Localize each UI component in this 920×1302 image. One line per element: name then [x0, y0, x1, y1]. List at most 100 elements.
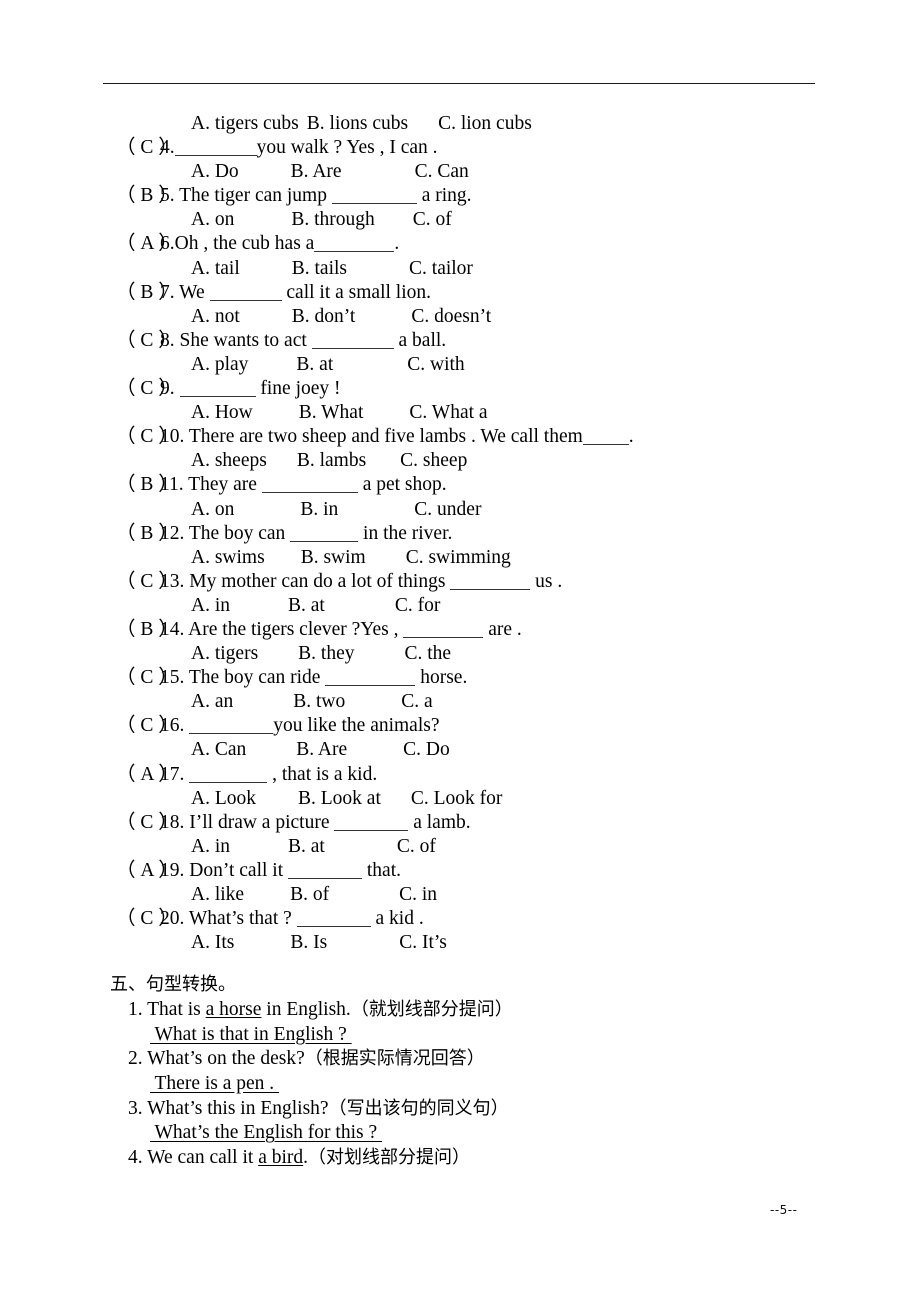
option-a[interactable]: A. on	[191, 498, 234, 522]
options-line: A. Can B. Are C. Do	[0, 738, 920, 762]
option-b[interactable]: B. in	[300, 498, 338, 522]
option-a[interactable]: A. tigers	[191, 642, 258, 666]
option-b[interactable]: B. Look at	[298, 787, 381, 811]
option-a[interactable]: A. Can	[191, 738, 246, 762]
answer-blank[interactable]	[288, 863, 362, 879]
question-number: 13.	[160, 570, 185, 592]
question-number: 12.	[160, 522, 185, 544]
option-b[interactable]: B. don’t	[292, 305, 356, 329]
option-a[interactable]: A. Look	[191, 787, 256, 811]
question-text-before-blank: Are the tigers clever ?Yes ,	[184, 618, 404, 640]
written-answer-line[interactable]: There is a pen .	[0, 1072, 920, 1097]
question-line: （ C ）8. She wants to act a ball.	[0, 329, 920, 353]
option-a[interactable]: A. like	[191, 883, 244, 907]
answer-blank[interactable]	[314, 236, 395, 253]
option-c[interactable]: C. It’s	[399, 931, 447, 955]
answer-blank[interactable]	[325, 670, 416, 687]
options-line: A. tail B. tails C. tailor	[0, 257, 920, 281]
option-a[interactable]: A. Its	[191, 931, 234, 955]
option-b[interactable]: B. they	[298, 642, 354, 666]
option-a[interactable]: A. How	[191, 401, 253, 425]
answer-blank[interactable]	[209, 285, 282, 301]
option-c[interactable]: C. a	[401, 690, 432, 714]
option-a[interactable]: A. sheeps	[191, 449, 267, 473]
question-line: （ C ）20. What’s that ? a kid .	[0, 907, 920, 931]
answer-blank[interactable]	[334, 815, 409, 831]
answer-blank[interactable]	[189, 718, 274, 735]
option-a[interactable]: A. Do	[191, 160, 239, 184]
answer-blank[interactable]	[450, 574, 531, 590]
option-c[interactable]: C. with	[407, 353, 464, 377]
sentence-text: We can call it	[142, 1146, 259, 1168]
written-answer-line[interactable]: What is that in English ?	[0, 1023, 920, 1048]
question-text-before-blank: The boy can ride	[184, 667, 326, 689]
answer-blank[interactable]	[331, 188, 417, 205]
question-text-after-blank: , that is a kid.	[267, 763, 378, 785]
option-b[interactable]: B. swim	[301, 546, 366, 570]
written-answer-line[interactable]: What’s the English for this ?	[0, 1121, 920, 1146]
options-line: A. not B. don’t C. doesn’t	[0, 305, 920, 329]
option-c[interactable]: C. What a	[409, 401, 487, 425]
exam-page: A. tigers cubs B. lions cubs C. lion cubs …	[0, 0, 920, 1302]
option-a[interactable]: A. in	[191, 835, 230, 859]
option-b[interactable]: B. at	[288, 594, 325, 618]
option-b[interactable]: B. at	[296, 353, 333, 377]
option-c[interactable]: C. under	[414, 498, 481, 522]
answer-blank[interactable]	[403, 622, 484, 638]
option-b[interactable]: B. Is	[290, 931, 327, 955]
option-c[interactable]: C. the	[405, 642, 452, 666]
transform-question-line: 4. We can call it a bird.（对划线部分提问）	[0, 1146, 920, 1171]
option-b[interactable]: B. of	[290, 883, 329, 907]
option-b[interactable]: B. Are	[291, 160, 342, 184]
answer-bracket: （ C ）	[116, 667, 178, 689]
option-c[interactable]: C. of	[397, 835, 436, 859]
section-five-heading: 五、句型转换。	[110, 974, 236, 996]
option-a[interactable]: A. play	[191, 353, 248, 377]
answer-bracket: （ C ）	[116, 908, 178, 930]
option-c[interactable]: C. for	[395, 594, 441, 618]
option-b[interactable]: B. through	[291, 208, 374, 232]
answer-blank[interactable]	[179, 381, 256, 398]
answer-blank[interactable]	[174, 140, 257, 157]
option-a[interactable]: A. not	[191, 305, 240, 329]
option-c[interactable]: C. in	[399, 883, 437, 907]
question-text-before-blank: We	[174, 281, 210, 303]
option-c[interactable]: C. Can	[415, 160, 469, 184]
option-a[interactable]: A. on	[191, 208, 234, 232]
option-c[interactable]: C. of	[413, 208, 452, 232]
answer-blank[interactable]	[261, 477, 358, 494]
question-text-after-blank: fine joey !	[255, 378, 341, 400]
question-text-after-blank: in the river.	[358, 522, 453, 544]
answer-blank[interactable]	[290, 526, 359, 542]
question-line: （ C ）16. you like the animals?	[0, 714, 920, 738]
page-number-footer: --5--	[770, 1203, 798, 1217]
question-text-before-blank: Oh , the cub has a	[174, 233, 315, 255]
option-a[interactable]: A. in	[191, 594, 230, 618]
answer-blank[interactable]	[189, 767, 268, 783]
option-a[interactable]: A. swims	[191, 546, 265, 570]
option-c[interactable]: C. sheep	[400, 449, 467, 473]
option-c[interactable]: C. Look for	[411, 787, 503, 811]
options-line: A. Look B. Look at C. Look for	[0, 787, 920, 811]
option-b[interactable]: B. lambs	[297, 449, 366, 473]
option-b[interactable]: B. at	[288, 835, 325, 859]
options-line: A. Do B. Are C. Can	[0, 160, 920, 184]
option-c[interactable]: C. Do	[403, 738, 450, 762]
question-number: 19.	[160, 859, 185, 881]
option-b[interactable]: B. tails	[292, 257, 347, 281]
options-line: A. in B. at C. of	[0, 835, 920, 859]
option-b[interactable]: B. Are	[296, 738, 347, 762]
answer-blank[interactable]	[296, 911, 371, 928]
question-text-before-blank: My mother can do a lot of things	[184, 570, 451, 592]
option-c[interactable]: C. swimming	[406, 546, 511, 570]
option-b[interactable]: B. two	[293, 690, 345, 714]
answer-blank[interactable]	[582, 429, 629, 446]
option-c[interactable]: C. tailor	[409, 257, 473, 281]
question-text-after-blank: a kid .	[370, 908, 424, 930]
option-b[interactable]: B. What	[299, 401, 364, 425]
underlined-phrase: a bird	[258, 1146, 304, 1168]
answer-blank[interactable]	[311, 333, 394, 349]
option-c[interactable]: C. doesn’t	[411, 305, 491, 329]
option-a[interactable]: A. tail	[191, 257, 240, 281]
option-a[interactable]: A. an	[191, 690, 233, 714]
